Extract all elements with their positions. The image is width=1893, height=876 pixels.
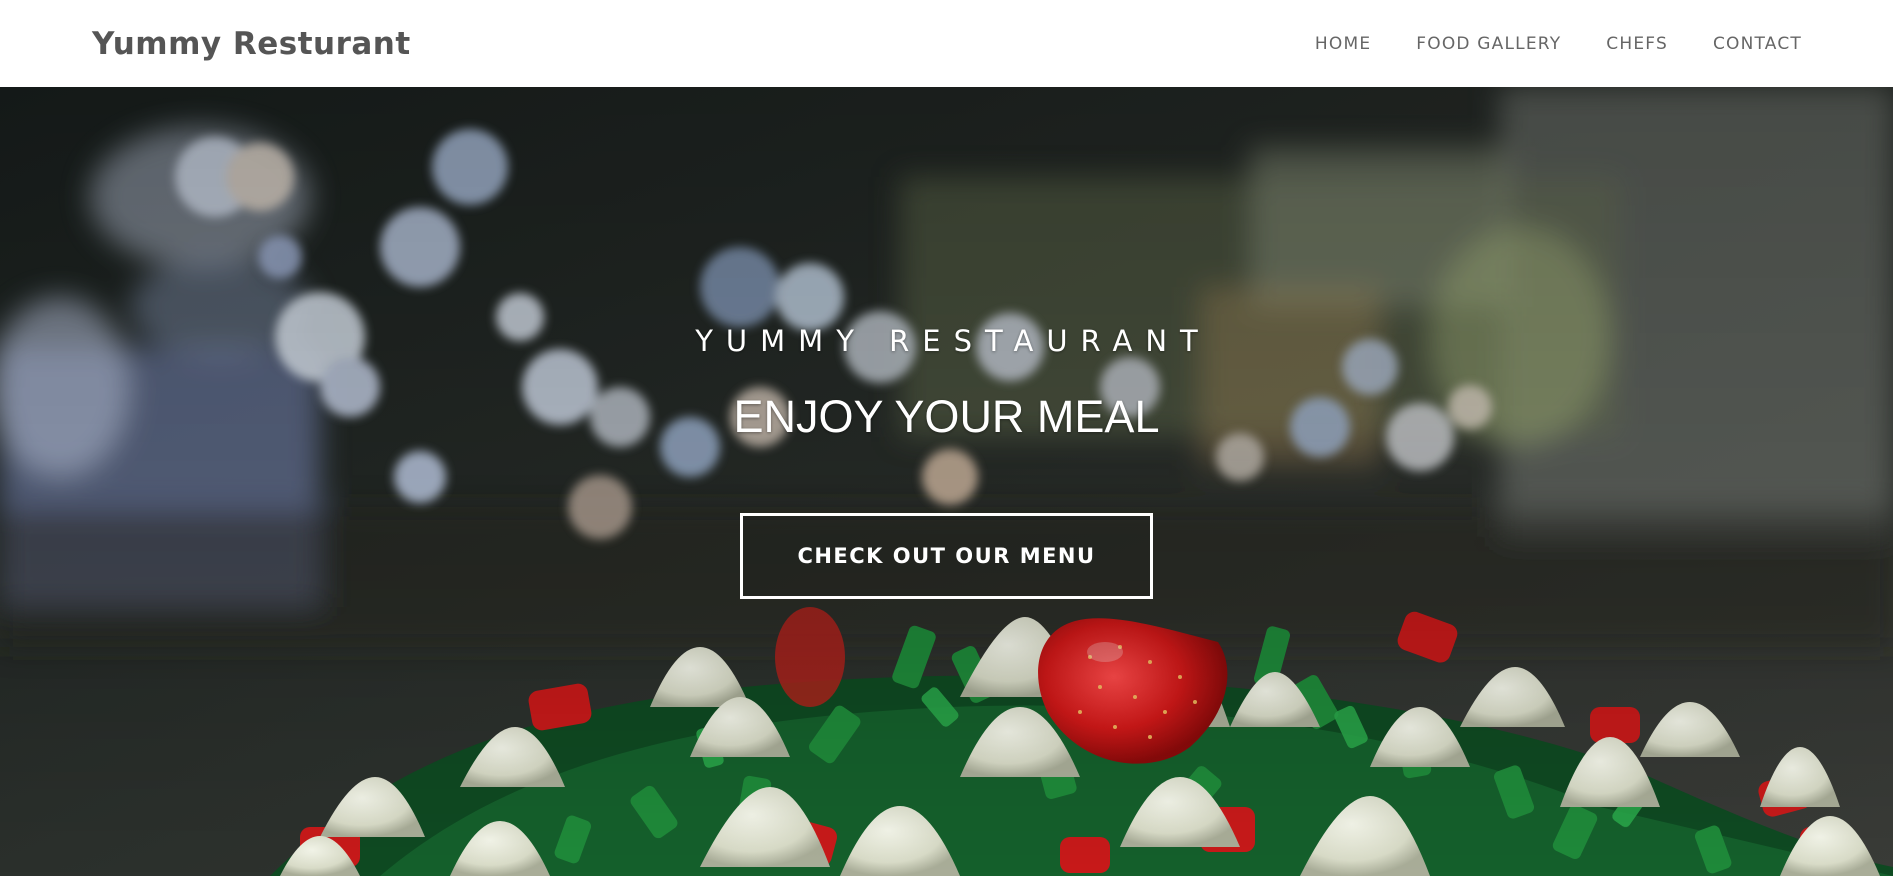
brand-logo-text[interactable]: Yummy Resturant bbox=[92, 26, 411, 62]
navbar: Yummy Resturant HOME FOOD GALLERY CHEFS … bbox=[0, 0, 1893, 87]
nav-link-food-gallery[interactable]: FOOD GALLERY bbox=[1416, 34, 1561, 54]
nav-link-chefs[interactable]: CHEFS bbox=[1606, 34, 1668, 54]
hero-headline: ENJOY YOUR MEAL bbox=[733, 391, 1160, 442]
hero-subtitle: YUMMY RESTAURANT bbox=[695, 324, 1211, 358]
hero-section: YUMMY RESTAURANT ENJOY YOUR MEAL CHECK O… bbox=[0, 87, 1893, 876]
hero-content: YUMMY RESTAURANT ENJOY YOUR MEAL CHECK O… bbox=[0, 87, 1893, 876]
nav-link-contact[interactable]: CONTACT bbox=[1713, 34, 1802, 54]
check-out-menu-button[interactable]: CHECK OUT OUR MENU bbox=[740, 513, 1153, 599]
nav-menu: HOME FOOD GALLERY CHEFS CONTACT bbox=[1315, 34, 1802, 54]
nav-link-home[interactable]: HOME bbox=[1315, 34, 1371, 54]
